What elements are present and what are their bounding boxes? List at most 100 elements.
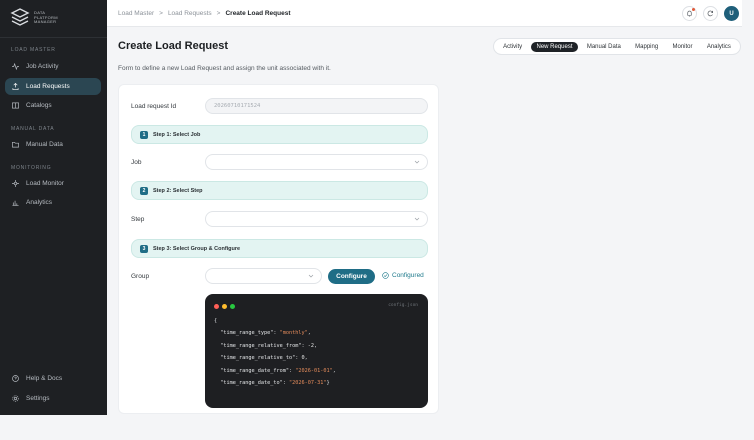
code-comma: , [304,355,308,362]
chevron-down-icon [414,160,420,164]
code-key: "time_range_date_to" [220,380,283,387]
tab-bar: Activity New Request Manual Data Mapping… [493,38,741,55]
code-line: "time_range_type": "monthly", [214,327,419,339]
sidebar-item-load-monitor[interactable]: Load Monitor [5,175,101,192]
tab-new-request[interactable]: New Request [531,41,578,52]
request-id-label: Load request Id [131,103,177,110]
sidebar-item-load-requests[interactable]: Load Requests [5,78,101,95]
analytics-icon [12,199,19,206]
sidebar-item-analytics[interactable]: Analytics [5,194,101,211]
code-comma: , [307,330,311,337]
page-title: Create Load Request [118,40,229,52]
breadcrumb-separator: > [159,10,163,17]
sidebar: DATA PLATFORM MANAGER LOAD MASTER Job Ac… [0,0,107,415]
tab-mapping[interactable]: Mapping [630,42,663,52]
request-id-field: 20260710171524 [205,98,428,114]
sidebar-item-catalogs[interactable]: Catalogs [5,97,101,114]
refresh-button[interactable] [703,6,718,21]
upload-icon [12,83,19,90]
code-key: "time_range_relative_to" [220,355,296,362]
request-id-value: 20260710171524 [214,103,261,109]
code-open-brace: { [214,318,218,324]
logo-icon [10,8,30,26]
yellow-dot-icon [222,304,227,309]
sidebar-item-help-docs[interactable]: Help & Docs [5,370,101,387]
code-key: "time_range_relative_from" [220,342,302,349]
code-comma: , [313,342,318,349]
logo-line-3: MANAGER [34,19,57,25]
sidebar-item-label: Analytics [26,199,53,206]
code-line: "time_range_relative_from": -2, [214,340,419,352]
code-lines: { "time_range_type": "monthly", "time_ra… [214,315,419,389]
gear-icon [12,395,19,402]
activity-icon [12,63,19,70]
sidebar-item-label: Load Monitor [26,180,64,187]
code-line: "time_range_date_from": "2026-01-01", [214,365,419,377]
chevron-down-icon [414,217,420,221]
top-actions: U [682,6,739,21]
help-icon [12,375,19,382]
page-subtitle: Form to define a new Load Request and as… [118,65,331,72]
job-label: Job [131,159,142,166]
notification-dot [692,8,695,11]
code-key: "time_range_date_from" [220,367,289,374]
code-value: "2026-07-31" [288,380,327,387]
config-code-block: config.json { "time_range_type": "monthl… [205,294,428,408]
bell-icon [687,10,692,17]
step-2-banner: 2 Step 2: Select Step [131,181,428,200]
folder-icon [12,141,19,148]
breadcrumb-load-master[interactable]: Load Master [118,10,154,17]
red-dot-icon [214,304,219,309]
section-title-manual-data: MANUAL DATA [11,126,55,132]
section-title-monitoring: MONITORING [11,165,52,171]
step-label: Step 2: Select Step [153,187,203,194]
breadcrumb-current: Create Load Request [225,10,291,17]
job-select[interactable] [205,154,428,170]
group-label: Group [131,273,150,280]
sidebar-item-settings[interactable]: Settings [5,390,101,407]
step-3-banner: 3 Step 3: Select Group & Configure [131,239,428,258]
sidebar-item-label: Catalogs [26,102,52,109]
code-filename: config.json [388,303,418,308]
step-label: Step 1: Select Job [153,131,201,138]
step-number: 3 [140,244,148,253]
tab-analytics[interactable]: Analytics [702,42,736,52]
sidebar-item-manual-data[interactable]: Manual Data [5,136,101,153]
code-line: "time_range_relative_to": 0, [214,352,419,364]
tab-manual-data[interactable]: Manual Data [582,42,626,52]
logo-text: DATA PLATFORM MANAGER [34,11,58,25]
top-bar: Load Master > Load Requests > Create Loa… [107,0,742,27]
configured-status: Configured [382,272,424,279]
check-circle-icon [382,272,389,279]
step-field-label: Step [131,216,145,223]
chevron-down-icon [308,274,314,278]
code-close-brace: } [326,380,330,387]
group-select[interactable] [205,268,322,284]
app-logo[interactable]: DATA PLATFORM MANAGER [10,8,58,28]
avatar[interactable]: U [724,6,739,21]
form-card: Load request Id 20260710171524 1 Step 1:… [118,84,439,414]
divider [0,37,107,38]
configure-button[interactable]: Configure [328,269,375,284]
sidebar-item-label: Help & Docs [26,375,63,382]
tab-activity[interactable]: Activity [498,42,527,52]
breadcrumb: Load Master > Load Requests > Create Loa… [118,10,291,17]
notifications-button[interactable] [682,6,697,21]
catalog-icon [12,102,19,109]
sidebar-item-label: Load Requests [26,83,70,90]
breadcrumb-separator: > [216,10,221,17]
step-select[interactable] [205,211,428,227]
code-comma: , [332,367,336,374]
configured-label: Configured [392,272,424,279]
step-number: 1 [140,130,148,139]
code-value: "monthly" [279,330,308,337]
sidebar-item-label: Settings [26,395,50,402]
sidebar-item-job-activity[interactable]: Job Activity [5,58,101,75]
step-1-banner: 1 Step 1: Select Job [131,125,428,144]
refresh-icon [707,10,713,17]
breadcrumb-load-requests[interactable]: Load Requests [168,10,212,17]
step-label: Step 3: Select Group & Configure [153,245,241,252]
tab-monitor[interactable]: Monitor [668,42,698,52]
step-number: 2 [140,186,148,195]
sidebar-item-label: Manual Data [26,141,63,148]
